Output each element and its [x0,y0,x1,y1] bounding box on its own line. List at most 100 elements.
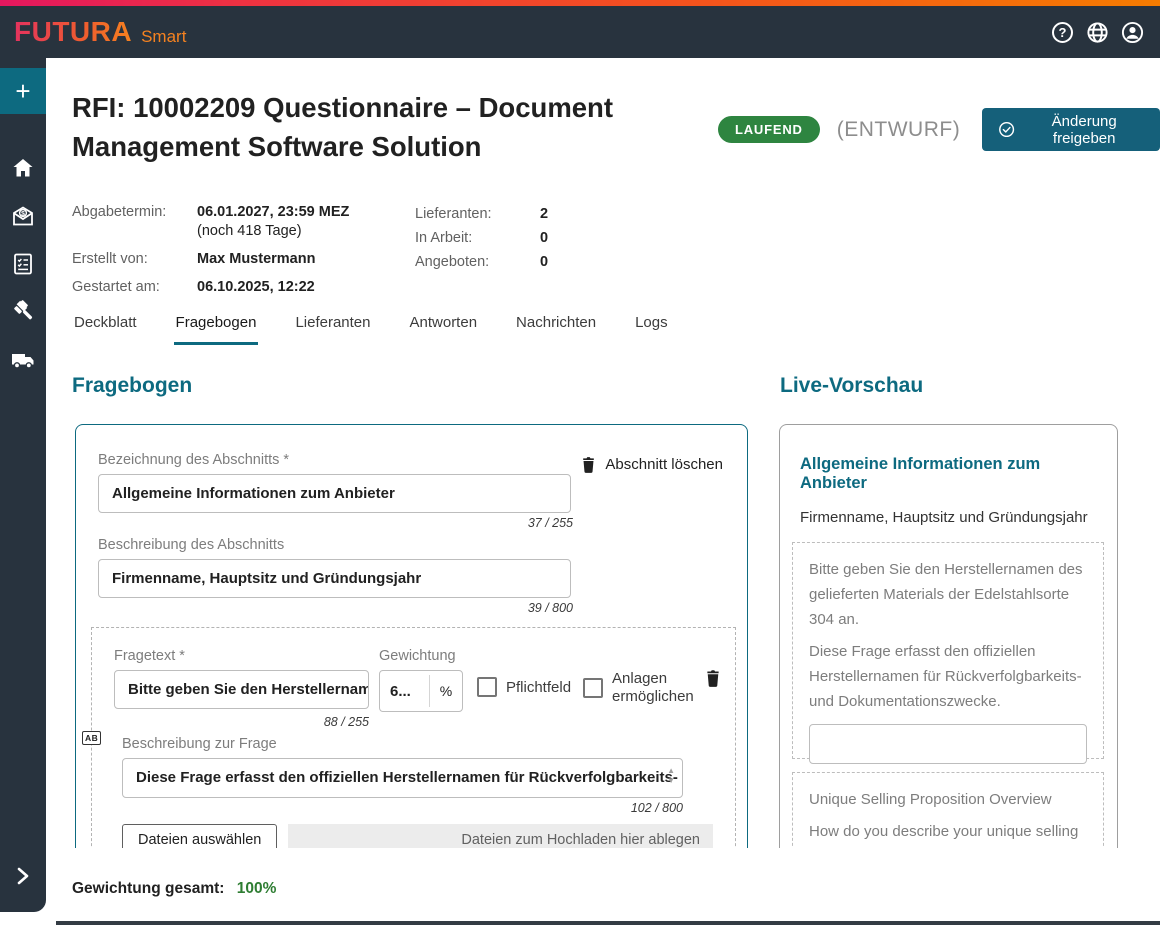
brand-logo: FUTURA [14,16,132,48]
section-name-input[interactable]: Allgemeine Informationen zum Anbieter [98,474,571,513]
meta-info-left: Abgabetermin: 06.01.2027, 23:59 MEZ (noc… [72,203,349,297]
section-desc-input[interactable]: Firmenname, Hauptsitz und Gründungsjahr [98,559,571,598]
file-dropzone[interactable]: Dateien zum Hochladen hier ablegen [288,824,713,848]
preview-question-block: Unique Selling Proposition Overview How … [792,772,1104,848]
chevron-right-icon [15,867,31,885]
tab-fragebogen[interactable]: Fragebogen [174,308,259,345]
create-new-button[interactable]: + [0,68,46,114]
brand-suffix: Smart [141,27,186,47]
truck-icon [10,349,36,371]
preview-question-desc: How do you describe your unique selling … [809,819,1087,848]
attachments-checkbox[interactable] [583,678,603,698]
question-block: AB Fragetext * Bitte geben Sie den Herst… [91,627,736,848]
preview-question-desc: Diese Frage erfasst den offiziellen Hers… [809,639,1087,714]
app-header: FUTURA Smart ? [0,6,1160,58]
preview-question-title: Bitte geben Sie den Herstellernamen des … [809,557,1087,632]
question-desc-textarea[interactable]: Diese Frage erfasst den offiziellen Hers… [122,758,683,798]
envelope-dollar-icon: $ [11,204,35,228]
meta-label: Erstellt von: [72,250,197,269]
attachments-checkbox-group: Anlagen ermöglichen [583,670,704,706]
language-globe-icon[interactable] [1086,21,1109,44]
status-row: LAUFEND (ENTWURF) Änderung freigeben [718,108,1160,151]
section-editor-card: Abschnitt löschen Bezeichnung des Abschn… [75,424,748,848]
spinner-up-icon[interactable]: ▲ [667,767,675,774]
sidebar-nav: + $ [0,58,46,912]
question-text-input[interactable]: Bitte geben Sie den Herstellernam... [114,670,369,709]
checklist-icon [12,252,34,276]
question-desc-field: Beschreibung zur Frage Diese Frage erfas… [122,736,713,815]
home-icon [11,156,35,180]
question-desc-label: Beschreibung zur Frage [122,736,713,752]
trash-icon [704,668,722,688]
editor-heading: Fragebogen [72,374,192,398]
meta-value: 06.01.2027, 23:59 MEZ (noch 418 Tage) [197,203,349,241]
meta-label: Lieferanten: [415,205,540,224]
sidebar-item-home[interactable] [0,144,46,192]
main-content: RFI: 10002209 Questionnaire – Document M… [46,58,1160,927]
tab-deckblatt[interactable]: Deckblatt [72,308,139,345]
section-desc-counter: 39 / 800 [98,601,573,615]
question-text-counter: 88 / 255 [114,715,369,729]
help-icon[interactable]: ? [1051,21,1074,44]
release-change-button[interactable]: Änderung freigeben [982,108,1160,151]
meta-info-right: Lieferanten: 2 In Arbeit: 0 Angeboten: 0 [415,205,548,272]
sidebar-item-offers[interactable]: $ [0,192,46,240]
sidebar-item-logistics[interactable] [0,336,46,384]
weight-unit: % [430,671,462,711]
page-title: RFI: 10002209 Questionnaire – Document M… [72,88,672,166]
sidebar-item-questionnaires[interactable] [0,240,46,288]
section-desc-label: Beschreibung des Abschnitts [98,537,725,553]
meta-value: Max Mustermann [197,250,349,269]
preview-section-desc: Firmenname, Hauptsitz und Gründungsjahr [800,509,1097,526]
section-name-counter: 37 / 255 [98,516,573,530]
required-checkbox[interactable] [477,677,497,697]
file-upload-row: Dateien auswählen Dateien zum Hochladen … [122,824,713,848]
sidebar-item-auctions[interactable] [0,288,46,336]
svg-text:$: $ [21,210,25,217]
sidebar-expand-button[interactable] [0,852,46,900]
delete-question-button[interactable] [704,668,722,688]
app-window: FUTURA Smart ? [0,0,1160,927]
weight-label: Gewichtung [379,648,463,664]
tab-lieferanten[interactable]: Lieferanten [293,308,372,345]
preview-section-title: Allgemeine Informationen zum Anbieter [800,455,1097,493]
meta-value: 2 [540,205,548,224]
live-preview-card: Allgemeine Informationen zum Anbieter Fi… [779,424,1118,848]
question-type-text-icon: AB [82,731,101,745]
release-change-label: Änderung freigeben [1024,113,1144,147]
weight-value[interactable]: 6... [380,671,429,711]
preview-answer-input[interactable] [809,724,1087,764]
preview-heading: Live-Vorschau [780,374,923,398]
meta-value: 0 [540,229,548,248]
scroll-spinner[interactable]: ▲▼ [667,767,675,784]
meta-sub-value: (noch 418 Tage) [197,222,349,241]
trash-icon [580,455,597,474]
spinner-down-icon[interactable]: ▼ [667,777,675,784]
question-desc-value: Diese Frage erfasst den offiziellen Hers… [136,769,683,786]
question-text-field: Fragetext * Bitte geben Sie den Herstell… [114,648,369,709]
account-icon[interactable] [1121,21,1144,44]
delete-section-label: Abschnitt löschen [605,456,723,473]
total-weight-value: 100% [237,880,277,897]
tab-bar: Deckblatt Fragebogen Lieferanten Antwort… [72,308,670,345]
meta-label: Angeboten: [415,253,540,272]
header-icons: ? [1051,21,1144,44]
meta-value: 0 [540,253,548,272]
required-label: Pflichtfeld [506,679,571,696]
check-circle-icon [998,120,1015,139]
question-desc-counter: 102 / 800 [122,801,683,815]
attachments-label: Anlagen ermöglichen [612,670,704,706]
window-bottom-edge [56,921,1160,925]
tab-nachrichten[interactable]: Nachrichten [514,308,598,345]
delete-section-button[interactable]: Abschnitt löschen [580,455,723,474]
choose-files-button[interactable]: Dateien auswählen [122,824,277,848]
weight-input[interactable]: 6... % [379,670,463,712]
tab-logs[interactable]: Logs [633,308,670,345]
question-weight-field: Gewichtung 6... % [379,648,463,712]
tab-antworten[interactable]: Antworten [408,308,480,345]
meta-value: 06.10.2025, 12:22 [197,278,349,297]
draft-label: (ENTWURF) [837,118,960,142]
meta-label: Abgabetermin: [72,203,197,241]
preview-question-title: Unique Selling Proposition Overview [809,787,1087,812]
preview-question-block: Bitte geben Sie den Herstellernamen des … [792,542,1104,759]
